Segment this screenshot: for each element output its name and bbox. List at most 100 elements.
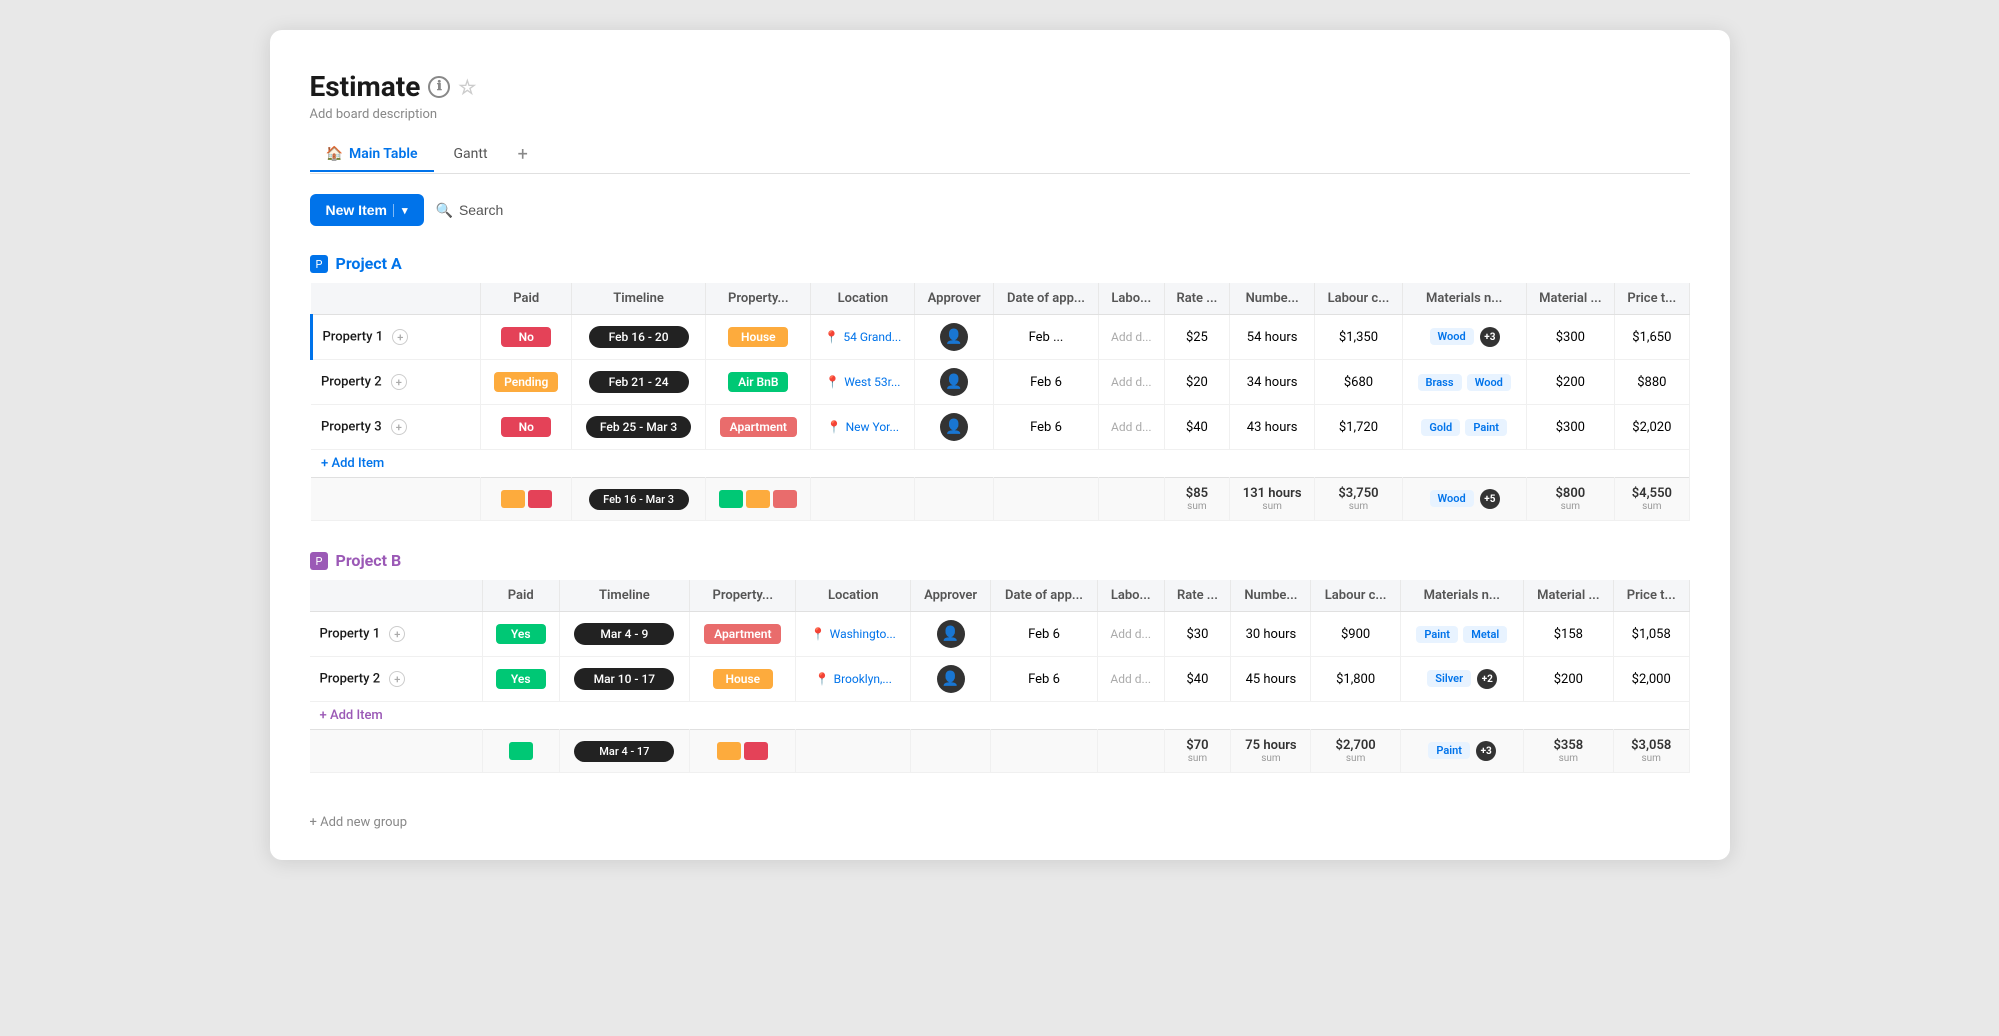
cell-timeline[interactable]: Feb 21 - 24 — [571, 360, 705, 405]
cell-property[interactable]: House — [690, 657, 796, 702]
cell-price-total[interactable]: $880 — [1615, 360, 1689, 405]
add-group-button[interactable]: + Add new group — [310, 803, 1690, 830]
cell-add-d[interactable]: Add d... — [1099, 405, 1164, 450]
summary-color-chip — [773, 490, 797, 508]
cell-approver[interactable]: 👤 — [911, 657, 991, 702]
cell-approver[interactable]: 👤 — [915, 405, 994, 450]
search-button[interactable]: 🔍 Search — [436, 202, 504, 219]
cell-hours[interactable]: 30 hours — [1231, 612, 1311, 657]
cell-timeline[interactable]: Feb 25 - Mar 3 — [571, 405, 705, 450]
col-labourcost-a: Labour c... — [1315, 283, 1403, 315]
cell-add-d[interactable]: Add d... — [1097, 612, 1164, 657]
add-row-icon[interactable]: + — [391, 419, 407, 435]
cell-property[interactable]: Air BnB — [706, 360, 811, 405]
cell-approver[interactable]: 👤 — [915, 315, 994, 360]
add-row-icon[interactable]: + — [389, 626, 405, 642]
cell-materials[interactable]: Silver +2 — [1400, 657, 1523, 702]
cell-property[interactable]: House — [706, 315, 811, 360]
cell-rate[interactable]: $30 — [1164, 612, 1231, 657]
cell-hours[interactable]: 34 hours — [1230, 360, 1315, 405]
cell-labour-cost[interactable]: $1,800 — [1311, 657, 1400, 702]
table-row: Property 2 + Pending Feb 21 - 24 Air BnB… — [311, 360, 1689, 405]
cell-timeline[interactable]: Mar 4 - 9 — [559, 612, 690, 657]
avatar: 👤 — [940, 368, 968, 396]
cell-hours[interactable]: 54 hours — [1230, 315, 1315, 360]
cell-location[interactable]: 📍West 53r... — [811, 360, 915, 405]
cell-approver[interactable]: 👤 — [915, 360, 994, 405]
cell-mat-cost[interactable]: $200 — [1526, 360, 1615, 405]
col-timeline-a: Timeline — [571, 283, 705, 315]
cell-hours[interactable]: 45 hours — [1231, 657, 1311, 702]
cell-mat-cost[interactable]: $300 — [1526, 405, 1615, 450]
cell-price-total[interactable]: $2,000 — [1613, 657, 1689, 702]
cell-price-total[interactable]: $2,020 — [1615, 405, 1689, 450]
cell-timeline[interactable]: Feb 16 - 20 — [571, 315, 705, 360]
new-item-button[interactable]: New Item ▾ — [310, 194, 424, 226]
col-location-a: Location — [811, 283, 915, 315]
cell-labour-cost[interactable]: $1,720 — [1315, 405, 1403, 450]
cell-date[interactable]: Feb 6 — [993, 360, 1098, 405]
cell-mat-cost[interactable]: $158 — [1523, 612, 1613, 657]
cell-add-d[interactable]: Add d... — [1099, 360, 1164, 405]
group-project-a: P Project A Paid Timeline Property... Lo… — [310, 254, 1690, 521]
col-property-a: Property... — [706, 283, 811, 315]
cell-price-total[interactable]: $1,650 — [1615, 315, 1689, 360]
group-a-icon: P — [310, 255, 328, 273]
cell-property[interactable]: Apartment — [690, 612, 796, 657]
cell-materials[interactable]: Gold Paint — [1402, 405, 1526, 450]
summary-color-chip — [528, 490, 552, 508]
cell-location[interactable]: 📍Brooklyn,... — [796, 657, 911, 702]
col-matcost-b: Material ... — [1523, 580, 1613, 612]
cell-rate[interactable]: $40 — [1164, 405, 1230, 450]
cell-labour-cost[interactable]: $680 — [1315, 360, 1403, 405]
cell-paid[interactable]: Yes — [482, 657, 559, 702]
cell-materials[interactable]: Brass Wood — [1402, 360, 1526, 405]
svg-text:P: P — [315, 258, 322, 271]
cell-timeline[interactable]: Mar 10 - 17 — [559, 657, 690, 702]
add-item-row[interactable]: + Add Item — [311, 450, 1689, 478]
add-item-row-b[interactable]: + Add Item — [310, 702, 1690, 730]
col-labour-b: Labo... — [1097, 580, 1164, 612]
home-icon: 🏠 — [326, 146, 343, 162]
star-icon[interactable]: ☆ — [458, 75, 476, 99]
cell-date[interactable]: Feb 6 — [993, 405, 1098, 450]
summary-color-chip — [509, 742, 533, 760]
summary-color-chip — [744, 742, 768, 760]
cell-materials[interactable]: Wood +3 — [1402, 315, 1526, 360]
col-name-b — [310, 580, 483, 612]
cell-date[interactable]: Feb 6 — [991, 657, 1098, 702]
add-row-icon[interactable]: + — [389, 671, 405, 687]
cell-mat-cost[interactable]: $200 — [1523, 657, 1613, 702]
cell-date[interactable]: Feb ... — [993, 315, 1098, 360]
cell-labour-cost[interactable]: $1,350 — [1315, 315, 1403, 360]
tab-gantt[interactable]: Gantt — [438, 138, 504, 172]
cell-hours[interactable]: 43 hours — [1230, 405, 1315, 450]
cell-labour-cost[interactable]: $900 — [1311, 612, 1400, 657]
cell-mat-cost[interactable]: $300 — [1526, 315, 1615, 360]
cell-location[interactable]: 📍Washingto... — [796, 612, 911, 657]
cell-materials[interactable]: Paint Metal — [1400, 612, 1523, 657]
cell-paid[interactable]: Pending — [481, 360, 572, 405]
cell-paid[interactable]: Yes — [482, 612, 559, 657]
tab-add-button[interactable]: + — [508, 136, 538, 173]
cell-rate[interactable]: $25 — [1164, 315, 1230, 360]
tab-main-table[interactable]: 🏠 Main Table — [310, 138, 434, 172]
cell-approver[interactable]: 👤 — [911, 612, 991, 657]
add-row-icon[interactable]: + — [392, 329, 408, 345]
info-icon[interactable]: ℹ — [428, 76, 450, 98]
cell-date[interactable]: Feb 6 — [991, 612, 1098, 657]
cell-price-total[interactable]: $1,058 — [1613, 612, 1689, 657]
cell-rate[interactable]: $40 — [1164, 657, 1231, 702]
cell-location[interactable]: 📍54 Grand... — [811, 315, 915, 360]
cell-paid[interactable]: No — [481, 405, 572, 450]
add-row-icon[interactable]: + — [391, 374, 407, 390]
summary-color-chip — [746, 490, 770, 508]
cell-rate[interactable]: $20 — [1164, 360, 1230, 405]
location-pin-icon: 📍 — [811, 627, 826, 641]
cell-add-d[interactable]: Add d... — [1097, 657, 1164, 702]
cell-property[interactable]: Apartment — [706, 405, 811, 450]
cell-location[interactable]: 📍New Yor... — [811, 405, 915, 450]
cell-paid[interactable]: No — [481, 315, 572, 360]
cell-add-d[interactable]: Add d... — [1099, 315, 1164, 360]
group-b-table: Paid Timeline Property... Location Appro… — [310, 580, 1690, 773]
